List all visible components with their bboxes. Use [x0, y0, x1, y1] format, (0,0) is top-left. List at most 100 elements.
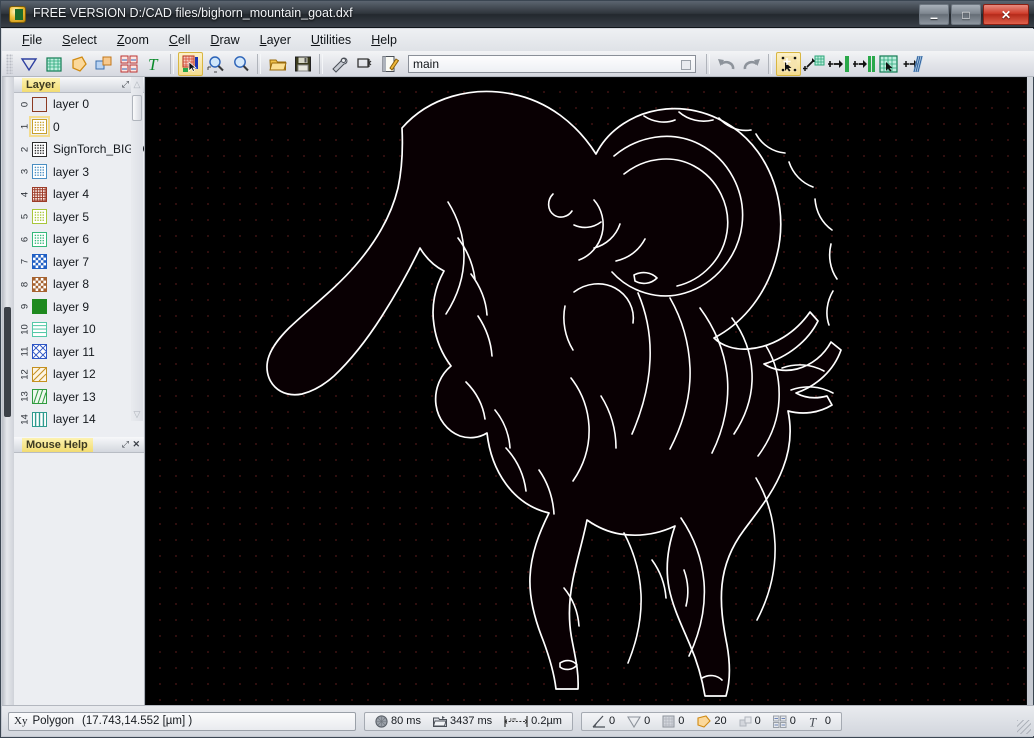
layer-color-swatch[interactable] [32, 142, 47, 157]
layer-color-swatch[interactable] [32, 119, 47, 134]
layer-color-swatch[interactable] [32, 232, 47, 247]
minimize-button[interactable]: – [919, 4, 949, 25]
layer-row[interactable]: 11 layer 11 [14, 341, 144, 364]
count-polygons-cell: 20 [690, 715, 732, 728]
layer-scroll-thumb[interactable] [132, 95, 142, 121]
layer-row[interactable]: 2 SignTorch_BIGHO [14, 138, 144, 161]
layer-scroll-up-icon[interactable]: △ [132, 79, 142, 89]
mouse-help-titlebar[interactable]: Mouse Help ⤢ ✕ [14, 437, 144, 453]
snap-to-area-button[interactable] [876, 52, 901, 76]
menu-layer[interactable]: Layer [250, 31, 301, 49]
menu-cell[interactable]: Cell [159, 31, 201, 49]
layer-row[interactable]: 9layer 9 [14, 296, 144, 319]
close-button[interactable]: ✕ [983, 4, 1029, 25]
menu-zoom[interactable]: Zoom [107, 31, 159, 49]
main-toolbar: T [2, 51, 1034, 77]
zoom-tool[interactable] [228, 52, 253, 76]
mouse-help-close-icon[interactable]: ✕ [132, 439, 140, 450]
notepad-pencil-icon [381, 55, 399, 73]
layer-row[interactable]: 3 layer 3 [14, 161, 144, 184]
snap-free-button[interactable] [776, 52, 801, 76]
layer-color-swatch[interactable] [32, 164, 47, 179]
layer-index: 5 [20, 210, 31, 224]
menu-file[interactable]: File [12, 31, 52, 49]
layer-color-swatch[interactable] [32, 209, 47, 224]
title-bar[interactable]: FREE VERSION D:/CAD files/bighorn_mounta… [1, 1, 1034, 28]
toolbar-separator-2 [257, 54, 261, 74]
cell-name-input[interactable]: main [408, 55, 696, 73]
layer-label: layer 8 [53, 277, 89, 291]
save-file-button[interactable] [290, 52, 315, 76]
open-file-button[interactable] [265, 52, 290, 76]
settings-tool[interactable] [327, 52, 352, 76]
left-panel-column: Layer ⤢ ✕ 0layer 01 02 SignTorch_BIGHO3 … [14, 77, 145, 706]
layer-row[interactable]: 12 layer 12 [14, 363, 144, 386]
layer-color-swatch[interactable] [32, 322, 47, 337]
status-bar: Xy Polygon (17.743,14.552 [µm] ) 80 ms 3… [2, 705, 1034, 736]
undo-button[interactable] [714, 52, 739, 76]
left-dock-scrollstrip[interactable] [2, 77, 14, 706]
layer-color-swatch[interactable] [32, 97, 47, 112]
layer-color-swatch[interactable] [32, 187, 47, 202]
zoom-window-tool[interactable] [203, 52, 228, 76]
left-dock-thumb[interactable] [4, 307, 11, 417]
edit-shape-tool[interactable] [178, 52, 203, 76]
layer-row[interactable]: 4 layer 4 [14, 183, 144, 206]
layer-panel-titlebar[interactable]: Layer ⤢ ✕ [14, 77, 144, 93]
layer-row[interactable]: 6 layer 6 [14, 228, 144, 251]
layer-list[interactable]: 0layer 01 02 SignTorch_BIGHO3 layer 34 l… [14, 93, 144, 437]
menu-select[interactable]: Select [52, 31, 107, 49]
triangle-outline-icon [20, 55, 38, 73]
toolbar-grip[interactable] [6, 54, 13, 74]
layer-color-swatch[interactable] [32, 277, 47, 292]
cell-tool[interactable] [91, 52, 116, 76]
layer-row[interactable]: 10 layer 10 [14, 318, 144, 341]
layer-row[interactable]: 5 layer 5 [14, 206, 144, 229]
maximize-button[interactable]: □ [951, 4, 981, 25]
resize-grip[interactable] [1017, 720, 1031, 734]
cell-name-dropdown-icon[interactable] [681, 60, 691, 70]
window-frame: FREE VERSION D:/CAD files/bighorn_mounta… [0, 0, 1034, 738]
cad-application-window: FREE VERSION D:/CAD files/bighorn_mounta… [0, 0, 1034, 738]
snap-to-grid-button[interactable] [901, 52, 926, 76]
select-polygon-tool[interactable] [16, 52, 41, 76]
drawing-canvas[interactable] [145, 77, 1027, 706]
redo-button[interactable] [739, 52, 764, 76]
layer-color-swatch[interactable] [32, 299, 47, 314]
polygon-tool[interactable] [66, 52, 91, 76]
menu-help[interactable]: Help [361, 31, 407, 49]
layer-color-swatch[interactable] [32, 254, 47, 269]
layer-list-scrollbar[interactable]: △ ▽ [131, 77, 143, 421]
layer-color-swatch[interactable] [32, 344, 47, 359]
snap-to-edge-button[interactable] [851, 52, 876, 76]
layer-row[interactable]: 0layer 0 [14, 93, 144, 116]
layer-index: 1 [20, 120, 31, 134]
snap-to-object-button[interactable] [801, 52, 826, 76]
menu-draw[interactable]: Draw [200, 31, 249, 49]
layer-row[interactable]: 13 layer 13 [14, 386, 144, 409]
layer-row[interactable]: 7 layer 7 [14, 251, 144, 274]
layer-color-swatch[interactable] [32, 412, 47, 427]
red-hatch-cursor-icon [182, 55, 200, 73]
layer-label: layer 11 [53, 345, 95, 359]
menu-utilities[interactable]: Utilities [301, 31, 361, 49]
layer-scroll-down-icon[interactable]: ▽ [132, 409, 142, 419]
snap-to-point-button[interactable] [826, 52, 851, 76]
layer-index: 0 [20, 97, 31, 111]
undo-arrow-icon [717, 55, 736, 73]
text-T-icon: T [808, 715, 822, 728]
layer-panel-float-icon[interactable]: ⤢ [122, 79, 128, 90]
layer-color-swatch[interactable] [32, 389, 47, 404]
layer-row[interactable]: 14 layer 14 [14, 408, 144, 431]
layer-row[interactable]: 1 0 [14, 116, 144, 139]
notes-tool[interactable] [377, 52, 402, 76]
array-tool[interactable] [116, 52, 141, 76]
fill-pattern-tool[interactable] [41, 52, 66, 76]
count-cells-cell: 0 [733, 715, 767, 728]
layer-color-swatch[interactable] [32, 367, 47, 382]
layer-row[interactable]: 8 layer 8 [14, 273, 144, 296]
cell-name-value: main [413, 57, 439, 71]
measure-tool[interactable] [352, 52, 377, 76]
text-tool[interactable]: T [141, 52, 166, 76]
mouse-help-float-icon[interactable]: ⤢ [122, 439, 128, 450]
